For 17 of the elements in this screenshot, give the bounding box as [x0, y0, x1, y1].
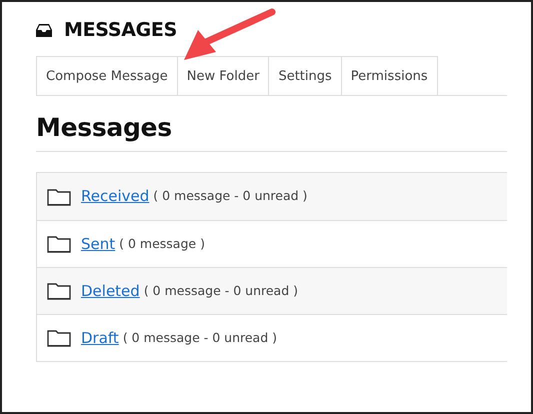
message-count: ( 0 message - 0 unread ) [144, 282, 298, 300]
folder-icon [47, 186, 71, 206]
message-count: ( 0 message - 0 unread ) [122, 328, 277, 347]
tab[interactable]: Permissions [340, 56, 438, 95]
folder-icon [47, 234, 71, 254]
inbox-icon [36, 24, 52, 37]
message-count: ( 0 message ) [119, 234, 205, 253]
message-count: ( 0 message - 0 unread ) [153, 187, 308, 206]
folder-link[interactable]: Draft [75, 326, 119, 350]
section-heading: Messages [36, 113, 507, 152]
folder-link[interactable]: Deleted [75, 280, 140, 302]
folder-link[interactable]: Received [75, 185, 150, 208]
tab[interactable]: Compose Message [36, 56, 178, 95]
folder-icon [47, 281, 71, 301]
folder-link[interactable]: Sent [75, 232, 116, 256]
page-title: MESSAGES [64, 18, 177, 43]
folder-icon [47, 328, 71, 348]
